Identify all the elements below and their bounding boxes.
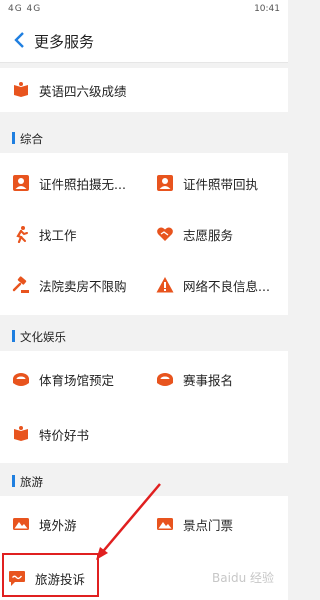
watermark: Baidu 经验 xyxy=(212,571,274,585)
annotation-arrow xyxy=(99,483,161,556)
annotation-overlay xyxy=(2,483,161,597)
highlight-box xyxy=(2,553,99,597)
